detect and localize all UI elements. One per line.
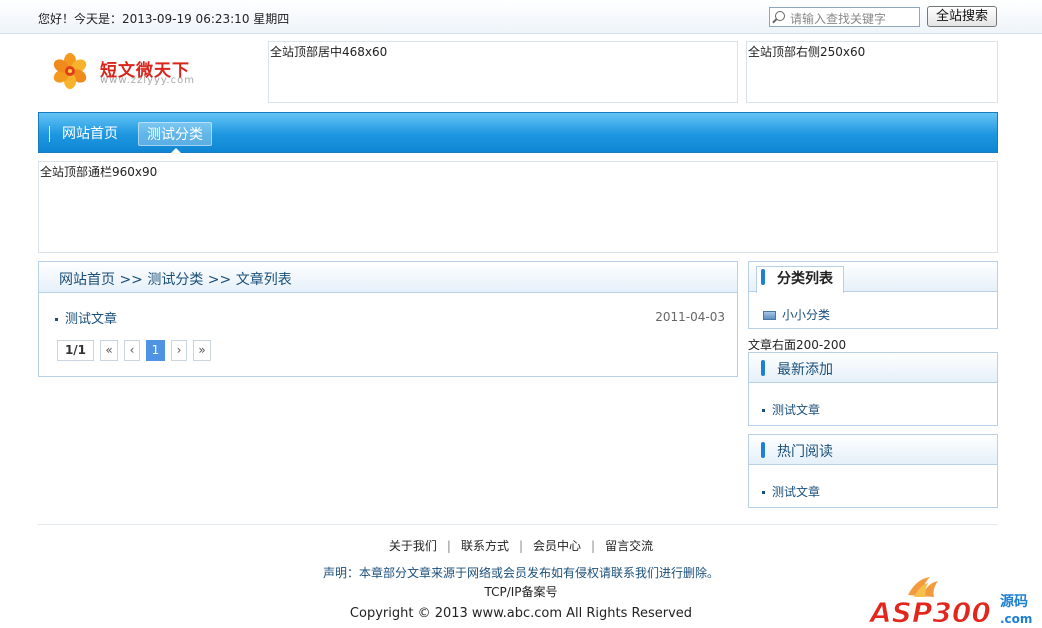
nav-item-test-category[interactable]: 测试分类 [138, 122, 212, 146]
latest-panel: 最新添加 测试文章 [748, 352, 998, 426]
latest-title: 最新添加 [777, 362, 833, 378]
header-marker-icon [761, 442, 765, 458]
hot-item-label[interactable]: 测试文章 [772, 485, 820, 499]
site-logo[interactable]: 短文微天下 www.zzlyyy.com [50, 51, 220, 91]
list-item[interactable]: 测试文章 [55, 308, 117, 327]
main-nav: 网站首页 测试分类 [38, 112, 998, 154]
ad-banner-label: 全站顶部通栏960x90 [40, 165, 158, 179]
search-icon [775, 11, 785, 21]
category-list-panel: 分类列表 小小分类 [748, 261, 998, 329]
ad-article-right-label: 文章右面200-200 [748, 338, 847, 352]
first-page-button[interactable]: « [100, 340, 118, 361]
prev-page-button[interactable]: ‹ [124, 340, 140, 361]
nav-divider [49, 126, 50, 142]
asp300-watermark-logo: ASP300 源码 .com [868, 577, 1032, 628]
ad-top-center[interactable]: 全站顶部居中468x60 [268, 41, 738, 103]
category-item-label[interactable]: 小小分类 [782, 308, 830, 322]
category-list-title: 分类列表 [777, 271, 833, 287]
ad-top-right-label: 全站顶部右侧250x60 [748, 45, 866, 59]
bullet-icon [762, 491, 765, 494]
bullet-icon [55, 318, 58, 321]
footer-links: 关于我们 | 联系方式 | 会员中心 | 留言交流 [0, 537, 1042, 554]
footer-link-contact[interactable]: 联系方式 [461, 539, 509, 553]
list-item[interactable]: 测试文章 [762, 401, 820, 418]
ad-top-right[interactable]: 全站顶部右侧250x60 [746, 41, 998, 103]
bullet-icon [762, 409, 765, 412]
footer-separator: | [518, 539, 524, 553]
category-item[interactable]: 小小分类 [763, 306, 830, 323]
article-date: 2011-04-03 [655, 310, 725, 324]
hot-title: 热门阅读 [777, 444, 833, 460]
footer-link-about[interactable]: 关于我们 [389, 539, 437, 553]
footer-divider [38, 524, 998, 525]
article-list-panel: 网站首页 >> 测试分类 >> 文章列表 测试文章 2011-04-03 1/1… [38, 261, 738, 377]
footer-link-guestbook[interactable]: 留言交流 [605, 539, 653, 553]
watermark-suffix-en: .com [1000, 612, 1032, 626]
ad-banner[interactable]: 全站顶部通栏960x90 [38, 161, 998, 253]
latest-header: 最新添加 [749, 353, 997, 383]
hot-header: 热门阅读 [749, 435, 997, 465]
site-search-button[interactable]: 全站搜索 [927, 6, 997, 27]
page-1-button[interactable]: 1 [146, 340, 165, 361]
article-title[interactable]: 测试文章 [65, 312, 117, 327]
ad-top-center-label: 全站顶部居中468x60 [270, 45, 388, 59]
watermark-text: ASP300 [868, 596, 991, 628]
search-input[interactable]: 请输入查找关键字 [769, 7, 920, 27]
hot-panel: 热门阅读 测试文章 [748, 434, 998, 508]
logo-url: www.zzlyyy.com [100, 75, 195, 86]
greeting-text: 您好！今天是：2013-09-19 06:23:10 星期四 [38, 12, 290, 26]
last-page-button[interactable]: » [193, 340, 211, 361]
watermark-suffix-cn: 源码 [1000, 593, 1028, 610]
category-list-header: 分类列表 [749, 262, 997, 293]
flower-logo-icon [53, 53, 87, 89]
nav-item-home[interactable]: 网站首页 [54, 122, 126, 146]
search-placeholder: 请输入查找关键字 [790, 12, 887, 26]
list-item[interactable]: 测试文章 [762, 483, 820, 500]
top-bar: 您好！今天是：2013-09-19 06:23:10 星期四 请输入查找关键字 … [0, 0, 1042, 34]
footer-separator: | [446, 539, 451, 553]
next-page-button[interactable]: › [171, 340, 187, 361]
header-marker-icon [761, 360, 765, 376]
article-list-header: 网站首页 >> 测试分类 >> 文章列表 [39, 262, 737, 293]
breadcrumb: 网站首页 >> 测试分类 >> 文章列表 [59, 272, 292, 288]
header-marker-icon [761, 269, 765, 285]
ad-article-right[interactable]: 文章右面200-200 [748, 336, 998, 352]
page-total: 1/1 [57, 340, 94, 361]
active-nav-indicator [170, 148, 182, 154]
folder-icon [763, 311, 776, 320]
footer-separator: | [591, 539, 596, 553]
latest-item-label[interactable]: 测试文章 [772, 403, 820, 417]
footer-link-member[interactable]: 会员中心 [533, 539, 581, 553]
